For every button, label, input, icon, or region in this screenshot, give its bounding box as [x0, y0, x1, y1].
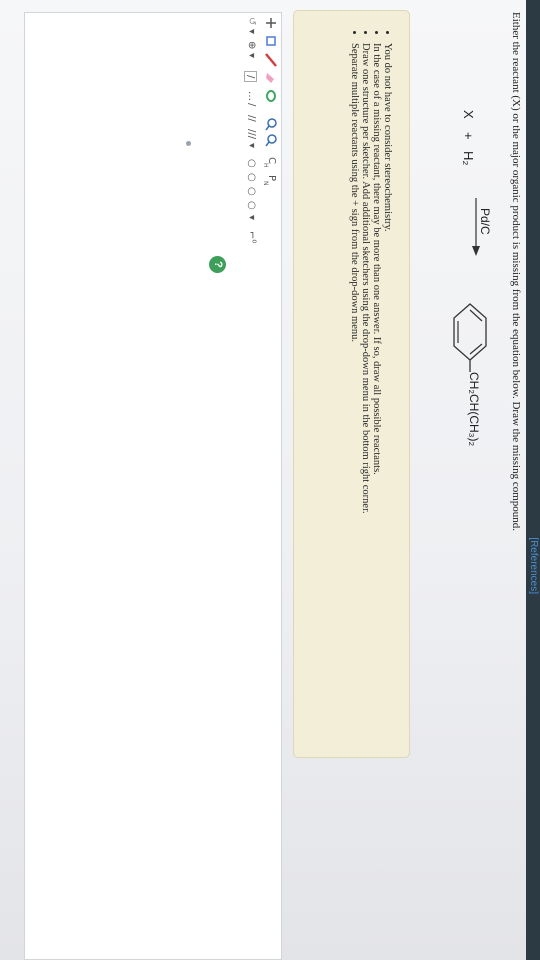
ring-heptagon-icon[interactable]: ○ [246, 201, 257, 210]
ring-benzene-icon[interactable]: ○ [246, 187, 257, 196]
reagent-h2: H₂ [461, 151, 476, 166]
instructions-list: You do not have to consider stereochemis… [349, 33, 393, 747]
instructions-panel: You do not have to consider stereochemis… [293, 10, 410, 758]
dropdown-icon[interactable]: ▾ [246, 53, 257, 58]
dropdown-icon[interactable]: ▾ [246, 215, 257, 220]
template-icon[interactable] [262, 35, 277, 47]
help-button[interactable]: ? [209, 256, 226, 273]
references-link[interactable]: [References] [528, 537, 539, 594]
top-bar: [References] [526, 0, 540, 960]
single-bond-button[interactable]: / [244, 71, 257, 83]
benzene-ring-icon [453, 303, 487, 372]
bond-double-icon[interactable]: // [246, 115, 257, 122]
reactant-x: X [461, 110, 476, 119]
rotated-page: [References] Either the reactant (X) or … [0, 0, 540, 960]
eraser-icon[interactable] [262, 71, 277, 85]
undo-icon[interactable]: ↺ [246, 17, 257, 25]
chain-button[interactable]: … [246, 91, 257, 101]
bond-triple-icon[interactable]: /// [246, 129, 257, 139]
instruction-item: In the case of a missing reactant, there… [371, 43, 382, 747]
ring-hexagon-icon[interactable]: ○ [246, 173, 257, 182]
dropdown-icon[interactable]: ▾ [246, 143, 257, 148]
dropdown-icon[interactable]: ▾ [246, 29, 257, 34]
reaction-arrow [472, 198, 480, 256]
instruction-item: Draw one structure per sketcher. Add add… [360, 43, 371, 747]
plus-sign: + [461, 132, 476, 140]
question-text: Either the reactant (X) or the major org… [510, 12, 522, 532]
bond-single-icon[interactable]: / [246, 103, 257, 106]
sketcher[interactable]: C H P N ↺ ▾ ⊕ ▾ / … / // /// ▾ ○ ○ ○ ○ ▾… [24, 12, 282, 960]
canvas-marker [186, 141, 191, 146]
element-n-button[interactable]: N [262, 181, 269, 186]
charge-plus-button[interactable]: ⊕ [246, 41, 257, 49]
zoom-in-icon[interactable] [262, 117, 277, 131]
move-icon[interactable] [262, 17, 277, 29]
bracket-button[interactable]: ⌐⁰ [246, 231, 257, 243]
element-h-button[interactable]: H [262, 163, 269, 168]
instruction-item: Separate multiple reactants using the + … [349, 43, 360, 747]
zoom-out-icon[interactable] [262, 133, 277, 147]
instruction-item: You do not have to consider stereochemis… [382, 43, 393, 747]
catalyst-label: Pd/C [478, 208, 492, 235]
pencil-icon[interactable] [262, 53, 277, 67]
product-substituent: CH₂CH(CH₃)₂ [467, 372, 481, 447]
ring-pentagon-icon[interactable]: ○ [246, 159, 257, 168]
lasso-icon[interactable] [262, 89, 277, 103]
